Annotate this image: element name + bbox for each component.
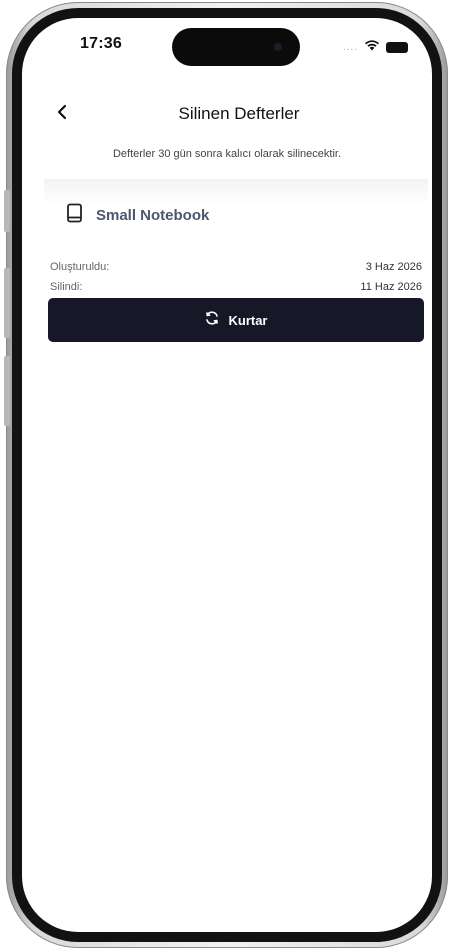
retention-info: Defterler 30 gün sonra kalıcı olarak sil…: [112, 148, 342, 160]
screen: 17:36 .... Silinen Defterler Defterler 3…: [22, 18, 432, 932]
status-time: 17:36: [80, 35, 122, 52]
card-shade: [44, 179, 428, 205]
nav-header: Silinen Defterler: [22, 96, 432, 132]
created-value: 3 Haz 2026: [365, 261, 422, 273]
battery-icon: [386, 41, 408, 53]
created-row: Oluşturuldu: 3 Haz 2026: [50, 261, 422, 273]
notebook-name: Small Notebook: [96, 207, 210, 224]
dynamic-island: [172, 28, 300, 66]
deleted-label: Silindi:: [50, 281, 83, 293]
restore-label: Kurtar: [228, 312, 268, 328]
volume-up-button: [4, 268, 10, 338]
refresh-icon: [204, 310, 220, 331]
signal-dots: ....: [342, 41, 358, 53]
notebook-row: Small Notebook: [66, 203, 209, 228]
action-button: [4, 190, 10, 232]
created-label: Oluşturuldu:: [50, 261, 110, 273]
volume-down-button: [4, 356, 10, 426]
wifi-icon: [364, 38, 380, 56]
deleted-value: 11 Haz 2026: [360, 281, 422, 293]
page-title: Silinen Defterler: [178, 104, 300, 123]
restore-button[interactable]: Kurtar: [48, 298, 424, 342]
book-icon: [66, 203, 84, 228]
camera-dot: [274, 43, 282, 51]
status-icons: ....: [343, 38, 408, 56]
deleted-row: Silindi: 11 Haz 2026: [50, 281, 422, 293]
phone-device: 17:36 .... Silinen Defterler Defterler 3…: [0, 0, 454, 952]
